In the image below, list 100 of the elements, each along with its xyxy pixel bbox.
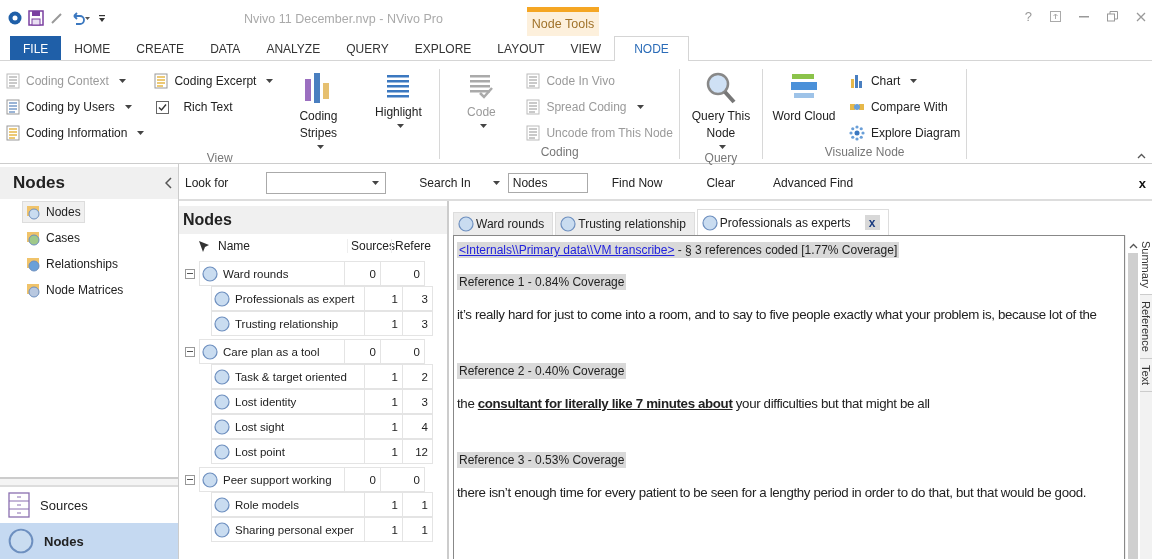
undo-icon[interactable] [70,11,92,25]
node-name-cell[interactable]: Task & target oriented [231,364,365,389]
table-cell: 3 [403,286,433,311]
node-name-cell[interactable]: Lost identity [231,389,365,414]
customize-icon[interactable] [98,13,106,23]
ribbon-button[interactable]: Coding Stripes [283,69,354,151]
ribbon-tab[interactable]: VIEW [557,36,615,60]
node-name-cell[interactable]: Sharing personal exper [231,517,365,542]
expand-toggle-icon[interactable] [185,268,195,279]
ribbon-button[interactable]: Chart [848,71,961,91]
splitter-handle[interactable] [0,477,178,487]
table-cell: 1 [403,517,433,542]
restore-icon[interactable] [1107,11,1118,22]
document-tab[interactable]: Ward rounds [453,212,554,235]
ribbon-tab[interactable]: HOME [61,36,124,60]
close-tab-button[interactable]: x [864,215,880,230]
ribbon-tab[interactable]: ANALYZE [253,36,334,60]
ribbon-tab[interactable]: CREATE [123,36,198,60]
side-tab[interactable]: Reference [1140,295,1152,359]
find-bar-button[interactable]: Find Now [607,174,667,192]
coded-passage: the consultant for literally like 7 minutes about your difficulties but that might be all [457,396,931,413]
table-cell: 0 [345,467,381,492]
ribbon-display-icon[interactable] [1050,11,1061,22]
ribbon-tab[interactable]: EXPLORE [401,36,485,60]
document-lines-icon [526,99,541,115]
side-tab[interactable]: Text [1140,358,1152,392]
ribbon-button[interactable]: Word Cloud [768,69,839,145]
minimize-icon[interactable] [1079,15,1089,18]
node-icon [214,496,230,513]
close-find-bar-button[interactable]: x [1138,175,1146,191]
side-tab[interactable]: Summary [1140,235,1152,296]
table-cell: 0 [345,339,381,364]
node-name-cell[interactable]: Ward rounds [219,261,345,286]
navigation-section[interactable]: Sources [0,487,178,523]
scroll-up-icon[interactable] [1128,243,1138,249]
checkbox[interactable]: Rich Text [154,97,274,117]
save-icon[interactable] [28,10,44,26]
table-cell: 1 [365,517,403,542]
table-cell: 1 [365,439,403,464]
ribbon-button[interactable]: Coding Excerpt [154,71,274,91]
ribbon-tab[interactable]: NODE [614,36,689,61]
group-label: Coding [539,145,580,159]
ribbon-tab[interactable]: DATA [197,36,254,60]
table-cell: 1 [365,389,403,414]
document-tab[interactable]: Professionals as experts x [696,209,889,235]
collapse-pane-icon[interactable] [165,177,172,189]
node-name-cell[interactable]: Lost point [231,439,365,464]
ribbon-tab[interactable]: QUERY [333,36,402,60]
node-name-cell[interactable]: Lost sight [231,414,365,439]
table-cell: 3 [403,389,433,414]
node-icon [560,216,577,232]
table-cell: 0 [381,467,425,492]
document-lines-icon [526,73,541,89]
column-header[interactable]: Name [215,239,347,253]
expand-toggle-icon[interactable] [185,346,195,357]
collapse-ribbon-icon[interactable] [1137,153,1146,159]
table-cell: 0 [381,339,425,364]
table-cell: 4 [403,414,433,439]
navigation-item[interactable]: Relationships [22,253,123,275]
scrollbar-thumb[interactable] [1128,253,1138,559]
node-name-cell[interactable]: Care plan as a tool [219,339,345,364]
node-name-cell[interactable]: Peer support working [219,467,345,492]
source-link[interactable]: <Internals\\Primary data\\VM transcribe> [459,243,675,257]
node-name-cell[interactable]: Trusting relationship [231,311,365,336]
window-title: Nvivo 11 December.nvp - NVivo Pro [243,12,444,28]
reference-heading: Reference 2 - 0.40% Coverage [457,363,627,379]
ribbon-button[interactable]: Query This Node [685,69,756,151]
table-cell: 1 [365,414,403,439]
find-bar-button[interactable]: Clear [702,174,740,192]
search-in-field[interactable]: Nodes [507,173,588,193]
find-bar-button[interactable]: Advanced Find [769,174,858,192]
document-lines-icon [6,99,20,115]
ribbon-button[interactable]: Highlight [363,69,434,151]
ribbon-button[interactable]: Explore Diagram [848,123,961,143]
look-for-field[interactable] [266,172,387,194]
pin-icon [197,239,211,253]
caret-icon [372,181,380,185]
close-icon[interactable] [1136,11,1146,22]
navigation-item[interactable]: Cases [22,227,84,249]
table-cell: 1 [365,311,403,336]
node-icon [214,521,230,538]
pencil-icon[interactable] [50,11,64,25]
node-name-cell[interactable]: Professionals as expert [231,286,365,311]
ribbon-button[interactable]: Compare With [848,97,961,117]
expand-toggle-icon[interactable] [185,474,195,485]
navigation-item[interactable]: Node Matrices [22,279,128,301]
node-name-cell[interactable]: Role models [231,492,365,517]
ribbon-tab[interactable]: LAYOUT [484,36,558,60]
node-icon [202,265,218,282]
diagram-icon [848,125,865,141]
node-icon [214,368,230,385]
navigation-section[interactable]: Nodes [0,523,178,559]
search-icon [704,71,737,105]
ribbon-tab[interactable]: FILE [10,36,62,60]
folder-icon [26,230,42,246]
document-tab[interactable]: Trusting relationship [555,212,695,235]
navigation-item[interactable]: Nodes [22,201,85,223]
ribbon-button[interactable]: Coding Information [6,123,145,143]
ribbon-button[interactable]: Coding by Users [6,97,145,117]
reference-heading: Reference 3 - 0.53% Coverage [457,452,627,468]
